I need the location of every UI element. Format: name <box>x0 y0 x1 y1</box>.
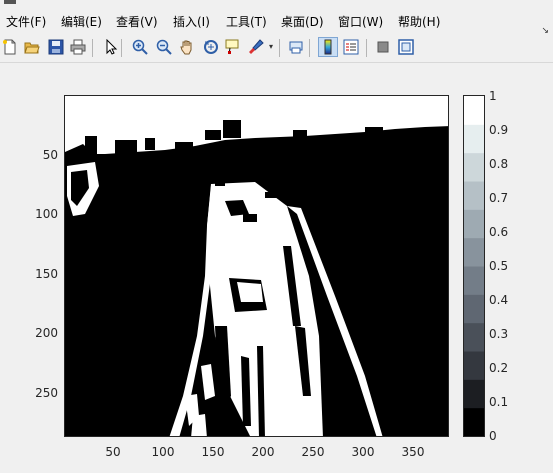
y-tick-label: 50 <box>42 148 58 162</box>
menu-edit[interactable]: 编辑(E) <box>61 13 102 30</box>
rotate-3d-button[interactable] <box>201 37 221 57</box>
colorbar-segment <box>464 209 484 239</box>
folder-open-icon <box>24 39 40 55</box>
colorbar-tick-label: 0.5 <box>489 259 509 273</box>
print-button[interactable] <box>68 37 88 57</box>
x-tick-label: 200 <box>251 445 275 459</box>
colorbar[interactable] <box>463 95 485 437</box>
x-tick-label: 250 <box>301 445 325 459</box>
arrow-cursor-icon <box>103 39 119 55</box>
colorbar-segment <box>464 124 484 154</box>
brush-button[interactable] <box>246 37 266 57</box>
colorbar-tick-label: 0.7 <box>489 191 509 205</box>
window-icon <box>398 39 414 55</box>
zoom-in-button[interactable] <box>130 37 150 57</box>
colorbar-tick-label: 0.3 <box>489 327 509 341</box>
hand-icon <box>179 39 195 55</box>
menu-file[interactable]: 文件(F) <box>6 13 46 30</box>
x-tick-label: 50 <box>105 445 121 459</box>
zoom-out-icon <box>156 39 172 55</box>
legend-icon <box>343 39 359 55</box>
colorbar-segment <box>464 266 484 295</box>
legend-toggle-button[interactable] <box>341 37 361 57</box>
colorbar-segment <box>464 322 484 352</box>
image-axes[interactable] <box>64 95 449 437</box>
colorbar-icon <box>320 39 336 55</box>
x-tick-label: 150 <box>201 445 225 459</box>
y-tick-label: 150 <box>35 267 58 281</box>
brush-icon <box>248 39 264 55</box>
colorbar-tick-label: 0.9 <box>489 123 509 137</box>
title-bar <box>0 0 553 8</box>
x-tick-label: 300 <box>351 445 375 459</box>
colorbar-segment <box>464 237 484 267</box>
data-cursor-button[interactable] <box>223 37 243 57</box>
new-figure-button[interactable] <box>0 37 20 57</box>
colorbar-tick-label: 0.2 <box>489 361 509 375</box>
colorbar-tick-label: 0.6 <box>489 225 509 239</box>
toolbar-separator <box>279 39 280 57</box>
colorbar-segment <box>464 96 484 125</box>
brush-dropdown-icon[interactable]: ▾ <box>269 42 273 51</box>
binary-image <box>65 96 448 436</box>
square-icon <box>375 39 391 55</box>
y-tick-label: 250 <box>35 386 58 400</box>
colorbar-segment <box>464 407 484 437</box>
x-tick-label: 100 <box>151 445 175 459</box>
toolbar-separator <box>121 39 122 57</box>
menu-insert[interactable]: 插入(I) <box>173 13 210 30</box>
y-tick-label: 100 <box>35 207 58 221</box>
window-title-fragment <box>4 0 16 4</box>
link-plot-button[interactable] <box>286 37 306 57</box>
link-icon <box>288 39 304 55</box>
toolbar-separator <box>92 39 93 57</box>
save-button[interactable] <box>46 37 66 57</box>
colorbar-toggle-button[interactable] <box>318 37 338 57</box>
toolbar-separator <box>366 39 367 57</box>
figure-toolbar: ▾ <box>0 34 553 63</box>
edit-plot-button[interactable] <box>101 37 121 57</box>
colorbar-segment <box>464 152 484 182</box>
pan-button[interactable] <box>177 37 197 57</box>
menu-tools[interactable]: 工具(T) <box>226 13 267 30</box>
printer-icon <box>70 39 86 55</box>
menu-help[interactable]: 帮助(H) <box>398 13 440 30</box>
menu-view[interactable]: 查看(V) <box>116 13 158 30</box>
colorbar-tick-label: 0.8 <box>489 157 509 171</box>
menu-window[interactable]: 窗口(W) <box>338 13 383 30</box>
show-plot-tools-button[interactable] <box>396 37 416 57</box>
data-tip-icon <box>225 39 241 55</box>
open-file-button[interactable] <box>22 37 42 57</box>
zoom-in-icon <box>132 39 148 55</box>
colorbar-segment <box>464 351 484 380</box>
toolbar-separator <box>309 39 310 57</box>
hide-plot-tools-button[interactable] <box>373 37 393 57</box>
x-tick-label: 350 <box>401 445 425 459</box>
colorbar-segment <box>464 181 484 210</box>
zoom-out-button[interactable] <box>154 37 174 57</box>
new-file-icon <box>2 39 18 55</box>
menu-desktop[interactable]: 桌面(D) <box>281 13 324 30</box>
menu-bar: ↘ 文件(F) 编辑(E) 查看(V) 插入(I) 工具(T) 桌面(D) 窗口(W) 帮助(… <box>0 10 553 36</box>
colorbar-tick-label: 0 <box>489 429 497 443</box>
save-icon <box>48 39 64 55</box>
colorbar-tick-label: 1 <box>489 89 497 103</box>
colorbar-tick-label: 0.4 <box>489 293 509 307</box>
y-tick-label: 200 <box>35 326 58 340</box>
colorbar-tick-label: 0.1 <box>489 395 509 409</box>
colorbar-segment <box>464 379 484 409</box>
colorbar-gradient <box>464 96 484 437</box>
rotate-icon <box>203 39 219 55</box>
colorbar-segment <box>464 294 484 324</box>
